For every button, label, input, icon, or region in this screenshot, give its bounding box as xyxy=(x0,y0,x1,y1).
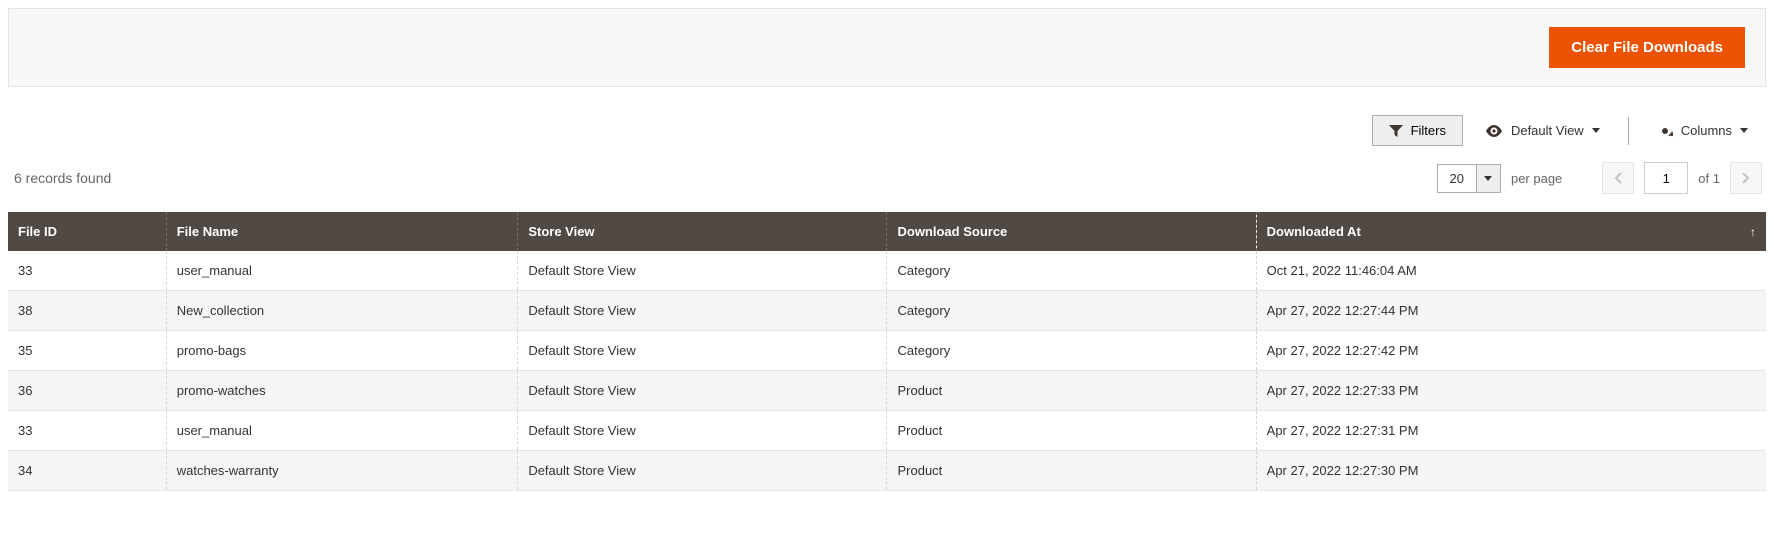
clear-file-downloads-button[interactable]: Clear File Downloads xyxy=(1549,27,1745,68)
page-actions-bar: Clear File Downloads xyxy=(8,8,1766,87)
per-page-toggle[interactable] xyxy=(1476,165,1500,192)
toolbar-divider xyxy=(1628,117,1629,145)
cell-store-view: Default Store View xyxy=(518,411,887,451)
current-page-input[interactable] xyxy=(1644,162,1688,194)
cell-file-name: watches-warranty xyxy=(166,451,518,491)
table-row[interactable]: 33user_manualDefault Store ViewProductAp… xyxy=(8,411,1766,451)
table-row[interactable]: 36promo-watchesDefault Store ViewProduct… xyxy=(8,371,1766,411)
chevron-left-icon xyxy=(1614,172,1622,184)
sort-asc-icon: ↑ xyxy=(1750,225,1756,239)
pager-row: 6 records found 20 per page of 1 xyxy=(0,156,1774,212)
cell-file-id: 33 xyxy=(8,411,166,451)
prev-page-button[interactable] xyxy=(1602,162,1634,194)
pager-controls: 20 per page of 1 xyxy=(1437,162,1763,194)
cell-download-source: Product xyxy=(887,451,1256,491)
col-header-download-source[interactable]: Download Source xyxy=(887,212,1256,251)
cell-downloaded-at: Apr 27, 2022 12:27:31 PM xyxy=(1256,411,1766,451)
table-row[interactable]: 33user_manualDefault Store ViewCategoryO… xyxy=(8,251,1766,291)
columns-button[interactable]: Columns xyxy=(1643,116,1762,146)
downloads-table: File ID File Name Store View Download So… xyxy=(8,212,1766,491)
cell-file-id: 38 xyxy=(8,291,166,331)
cell-downloaded-at: Apr 27, 2022 12:27:44 PM xyxy=(1256,291,1766,331)
cell-downloaded-at: Apr 27, 2022 12:27:30 PM xyxy=(1256,451,1766,491)
col-header-file-name[interactable]: File Name xyxy=(166,212,518,251)
pages-of-label: of 1 xyxy=(1698,171,1720,186)
grid-toolbar: Filters Default View Columns xyxy=(0,87,1774,156)
cell-file-name: user_manual xyxy=(166,251,518,291)
cell-download-source: Category xyxy=(887,251,1256,291)
cell-store-view: Default Store View xyxy=(518,331,887,371)
funnel-icon xyxy=(1389,125,1403,137)
table-row[interactable]: 35promo-bagsDefault Store ViewCategoryAp… xyxy=(8,331,1766,371)
per-page-label: per page xyxy=(1511,171,1562,186)
chevron-down-icon xyxy=(1484,176,1492,181)
cell-store-view: Default Store View xyxy=(518,371,887,411)
table-row[interactable]: 38New_collectionDefault Store ViewCatego… xyxy=(8,291,1766,331)
cell-download-source: Category xyxy=(887,331,1256,371)
gear-icon xyxy=(1657,123,1673,139)
filters-label: Filters xyxy=(1411,123,1446,138)
chevron-right-icon xyxy=(1742,172,1750,184)
cell-file-name: New_collection xyxy=(166,291,518,331)
table-header-row: File ID File Name Store View Download So… xyxy=(8,212,1766,251)
cell-download-source: Product xyxy=(887,371,1256,411)
cell-downloaded-at: Oct 21, 2022 11:46:04 AM xyxy=(1256,251,1766,291)
cell-download-source: Product xyxy=(887,411,1256,451)
cell-store-view: Default Store View xyxy=(518,251,887,291)
cell-store-view: Default Store View xyxy=(518,291,887,331)
filters-button[interactable]: Filters xyxy=(1372,115,1463,146)
columns-label: Columns xyxy=(1681,123,1732,138)
cell-file-id: 35 xyxy=(8,331,166,371)
view-switcher[interactable]: Default View xyxy=(1471,116,1614,145)
col-header-file-id[interactable]: File ID xyxy=(8,212,166,251)
cell-file-name: promo-watches xyxy=(166,371,518,411)
col-header-store-view[interactable]: Store View xyxy=(518,212,887,251)
chevron-down-icon xyxy=(1592,128,1600,133)
cell-file-name: user_manual xyxy=(166,411,518,451)
chevron-down-icon xyxy=(1740,128,1748,133)
cell-store-view: Default Store View xyxy=(518,451,887,491)
per-page-value: 20 xyxy=(1438,165,1476,192)
cell-file-id: 33 xyxy=(8,251,166,291)
cell-file-name: promo-bags xyxy=(166,331,518,371)
view-switcher-label: Default View xyxy=(1511,123,1584,138)
cell-download-source: Category xyxy=(887,291,1256,331)
col-header-downloaded-at[interactable]: Downloaded At ↑ xyxy=(1256,212,1766,251)
table-row[interactable]: 34watches-warrantyDefault Store ViewProd… xyxy=(8,451,1766,491)
records-count: 6 records found xyxy=(14,170,111,186)
cell-file-id: 34 xyxy=(8,451,166,491)
next-page-button[interactable] xyxy=(1730,162,1762,194)
per-page-select[interactable]: 20 xyxy=(1437,164,1501,193)
cell-file-id: 36 xyxy=(8,371,166,411)
eye-icon xyxy=(1485,125,1503,137)
cell-downloaded-at: Apr 27, 2022 12:27:42 PM xyxy=(1256,331,1766,371)
cell-downloaded-at: Apr 27, 2022 12:27:33 PM xyxy=(1256,371,1766,411)
